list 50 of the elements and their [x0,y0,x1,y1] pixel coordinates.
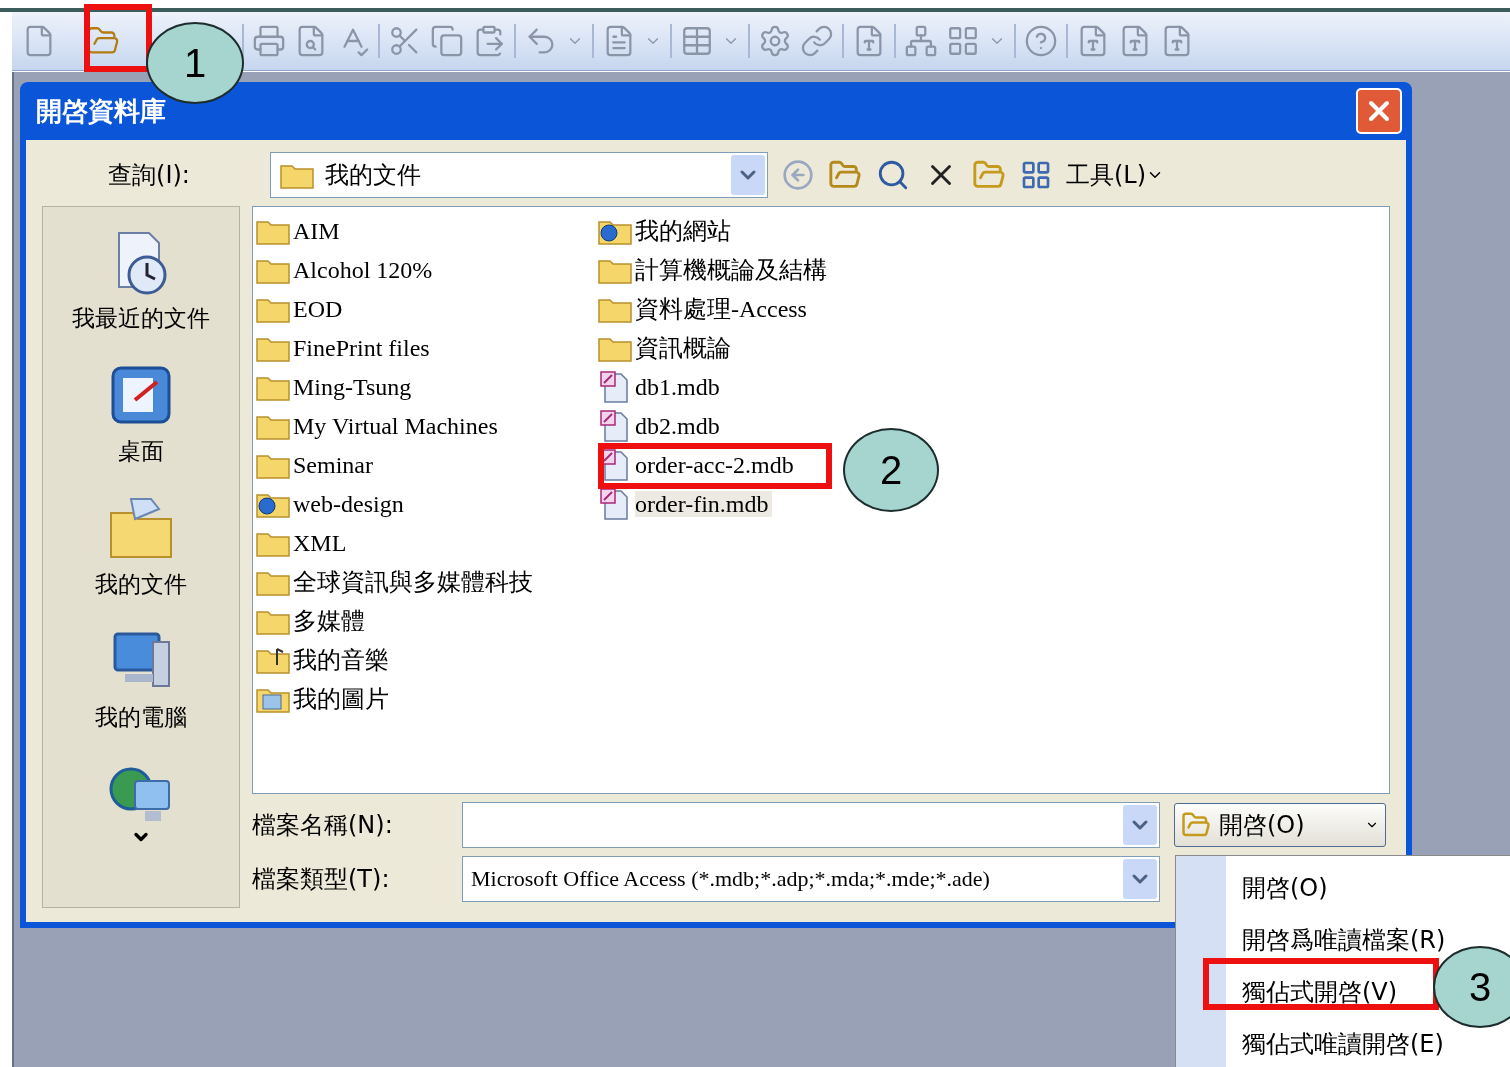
file-item[interactable]: 資訊概論 [635,334,735,361]
tools-menu[interactable]: 工具(L) [1066,159,1165,191]
file-item[interactable]: AIM [293,217,344,244]
views-icon[interactable] [1020,159,1052,191]
place-label[interactable]: 我的電腦 [95,702,187,733]
open-button[interactable]: 開啓(O) [1174,803,1386,847]
table-icon[interactable] [680,24,714,58]
close-button[interactable] [1356,88,1402,134]
new-object-icon[interactable] [946,24,980,58]
help-icon[interactable] [1024,24,1058,58]
copy-icon[interactable] [430,24,464,58]
file-item[interactable]: 計算機概論及結構 [635,256,831,283]
file-item[interactable]: 我的音樂 [293,646,393,673]
file-item[interactable]: order-acc-2.mdb [635,451,798,478]
menu-item[interactable]: 獨佔式開啓(V) [1242,966,1398,1018]
file-item[interactable]: 全球資訊與多媒體科技 [293,568,537,595]
file-item[interactable]: My Virtual Machines [293,412,502,439]
link-icon[interactable] [800,24,834,58]
file-item[interactable]: 我的網站 [635,217,735,244]
place-label[interactable]: 桌面 [118,436,164,467]
file-item[interactable]: Ming-Tsung [293,373,416,400]
file-name-label: 檔案名稱(N): [252,810,394,841]
look-in-dropdown[interactable]: 我的文件 [270,152,768,198]
file-item[interactable]: web-design [293,490,408,517]
file-item[interactable]: FinePrint files [293,334,434,361]
file-item[interactable]: 我的圖片 [293,685,393,712]
file-item[interactable]: db1.mdb [635,373,724,400]
file-item[interactable]: EOD [293,295,347,322]
print-icon[interactable] [252,24,286,58]
file-type-label: 檔案類型(T): [252,864,391,895]
dropdown-button[interactable] [1123,859,1157,899]
dropdown-button[interactable] [1123,805,1157,845]
file-item[interactable]: Alcohol 120% [293,256,437,283]
place-label[interactable]: 我最近的文件 [72,303,210,334]
file-item[interactable]: 多媒體 [293,607,369,634]
file-type-dropdown[interactable]: Microsoft Office Access (*.mdb;*.adp;*.mda;*.mde;*.ade) [462,856,1160,902]
file-name-field[interactable] [462,802,1160,848]
look-in-label: 查詢(I): [107,160,191,191]
gear-icon[interactable] [758,24,792,58]
search-icon[interactable] [876,158,910,192]
file-item[interactable]: 資料處理-Access [635,295,811,322]
file-item[interactable]: XML [293,529,351,556]
file-item[interactable]: db2.mdb [635,412,724,439]
menu-item[interactable]: 開啓(O) [1242,862,1328,914]
dropdown-button[interactable] [731,155,765,195]
file-item[interactable]: Seminar [293,451,377,478]
back-icon[interactable] [782,159,814,191]
file-item[interactable]: order-fin.mdb [635,490,773,517]
place-label[interactable]: 我的文件 [95,569,187,600]
relationships-icon[interactable] [904,24,938,58]
